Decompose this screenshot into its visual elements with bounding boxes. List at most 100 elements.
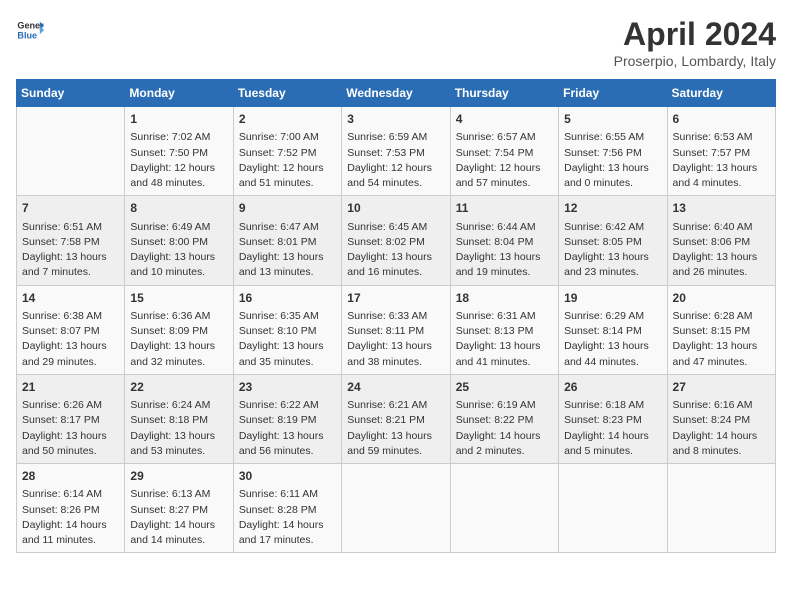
day-info: Sunrise: 6:28 AM Sunset: 8:15 PM Dayligh…: [673, 309, 770, 370]
day-info: Sunrise: 6:33 AM Sunset: 8:11 PM Dayligh…: [347, 309, 444, 370]
day-number: 25: [456, 379, 553, 396]
calendar-table: SundayMondayTuesdayWednesdayThursdayFrid…: [16, 79, 776, 553]
day-info: Sunrise: 6:35 AM Sunset: 8:10 PM Dayligh…: [239, 309, 336, 370]
day-info: Sunrise: 6:49 AM Sunset: 8:00 PM Dayligh…: [130, 220, 227, 281]
day-info: Sunrise: 6:11 AM Sunset: 8:28 PM Dayligh…: [239, 487, 336, 548]
day-info: Sunrise: 7:02 AM Sunset: 7:50 PM Dayligh…: [130, 130, 227, 191]
day-number: 3: [347, 111, 444, 128]
day-number: 28: [22, 468, 119, 485]
calendar-day-cell: 22 Sunrise: 6:24 AM Sunset: 8:18 PM Dayli…: [125, 374, 233, 463]
day-number: 2: [239, 111, 336, 128]
calendar-body: 1 Sunrise: 7:02 AM Sunset: 7:50 PM Daylig…: [17, 107, 776, 553]
calendar-day-cell: 28Sunrise: 6:14 AM Sunset: 8:26 PM Dayli…: [17, 464, 125, 553]
day-info: Sunrise: 6:19 AM Sunset: 8:22 PM Dayligh…: [456, 398, 553, 459]
day-info: Sunrise: 6:42 AM Sunset: 8:05 PM Dayligh…: [564, 220, 661, 281]
day-info: Sunrise: 6:55 AM Sunset: 7:56 PM Dayligh…: [564, 130, 661, 191]
day-number: 16: [239, 290, 336, 307]
weekday-header-row: SundayMondayTuesdayWednesdayThursdayFrid…: [17, 80, 776, 107]
calendar-day-cell: 5 Sunrise: 6:55 AM Sunset: 7:56 PM Daylig…: [559, 107, 667, 196]
day-info: Sunrise: 6:59 AM Sunset: 7:53 PM Dayligh…: [347, 130, 444, 191]
day-number: 9: [239, 200, 336, 217]
weekday-header-monday: Monday: [125, 80, 233, 107]
day-info: Sunrise: 6:31 AM Sunset: 8:13 PM Dayligh…: [456, 309, 553, 370]
day-info: Sunrise: 6:44 AM Sunset: 8:04 PM Dayligh…: [456, 220, 553, 281]
weekday-header-wednesday: Wednesday: [342, 80, 450, 107]
logo-icon: General Blue: [16, 16, 44, 44]
day-number: 18: [456, 290, 553, 307]
page-header: General Blue April 2024 Proserpio, Lomba…: [16, 16, 776, 69]
calendar-day-cell: [342, 464, 450, 553]
calendar-day-cell: 18 Sunrise: 6:31 AM Sunset: 8:13 PM Dayli…: [450, 285, 558, 374]
day-info: Sunrise: 6:53 AM Sunset: 7:57 PM Dayligh…: [673, 130, 770, 191]
calendar-day-cell: 17 Sunrise: 6:33 AM Sunset: 8:11 PM Dayli…: [342, 285, 450, 374]
calendar-day-cell: 13Sunrise: 6:40 AM Sunset: 8:06 PM Dayli…: [667, 196, 775, 285]
day-info: Sunrise: 6:45 AM Sunset: 8:02 PM Dayligh…: [347, 220, 444, 281]
day-number: 12: [564, 200, 661, 217]
calendar-day-cell: 7 Sunrise: 6:51 AM Sunset: 7:58 PM Daylig…: [17, 196, 125, 285]
calendar-day-cell: [17, 107, 125, 196]
day-info: Sunrise: 6:18 AM Sunset: 8:23 PM Dayligh…: [564, 398, 661, 459]
day-number: 7: [22, 200, 119, 217]
calendar-day-cell: [667, 464, 775, 553]
day-number: 5: [564, 111, 661, 128]
calendar-day-cell: 10 Sunrise: 6:45 AM Sunset: 8:02 PM Dayli…: [342, 196, 450, 285]
calendar-day-cell: 29Sunrise: 6:13 AM Sunset: 8:27 PM Dayli…: [125, 464, 233, 553]
calendar-day-cell: 20 Sunrise: 6:28 AM Sunset: 8:15 PM Dayli…: [667, 285, 775, 374]
day-number: 27: [673, 379, 770, 396]
day-info: Sunrise: 6:13 AM Sunset: 8:27 PM Dayligh…: [130, 487, 227, 548]
calendar-day-cell: 6 Sunrise: 6:53 AM Sunset: 7:57 PM Daylig…: [667, 107, 775, 196]
day-number: 13: [673, 200, 770, 217]
logo: General Blue: [16, 16, 44, 44]
day-number: 22: [130, 379, 227, 396]
day-number: 4: [456, 111, 553, 128]
calendar-day-cell: 24 Sunrise: 6:21 AM Sunset: 8:21 PM Dayli…: [342, 374, 450, 463]
calendar-day-cell: 15Sunrise: 6:36 AM Sunset: 8:09 PM Dayli…: [125, 285, 233, 374]
calendar-day-cell: [450, 464, 558, 553]
day-number: 26: [564, 379, 661, 396]
calendar-day-cell: [559, 464, 667, 553]
day-info: Sunrise: 6:57 AM Sunset: 7:54 PM Dayligh…: [456, 130, 553, 191]
calendar-day-cell: 16 Sunrise: 6:35 AM Sunset: 8:10 PM Dayli…: [233, 285, 341, 374]
weekday-header-tuesday: Tuesday: [233, 80, 341, 107]
day-info: Sunrise: 6:16 AM Sunset: 8:24 PM Dayligh…: [673, 398, 770, 459]
calendar-day-cell: 9 Sunrise: 6:47 AM Sunset: 8:01 PM Daylig…: [233, 196, 341, 285]
day-number: 10: [347, 200, 444, 217]
calendar-day-cell: 11 Sunrise: 6:44 AM Sunset: 8:04 PM Dayli…: [450, 196, 558, 285]
day-number: 23: [239, 379, 336, 396]
calendar-day-cell: 4 Sunrise: 6:57 AM Sunset: 7:54 PM Daylig…: [450, 107, 558, 196]
calendar-day-cell: 1 Sunrise: 7:02 AM Sunset: 7:50 PM Daylig…: [125, 107, 233, 196]
weekday-header-saturday: Saturday: [667, 80, 775, 107]
calendar-week-row: 14 Sunrise: 6:38 AM Sunset: 8:07 PM Dayli…: [17, 285, 776, 374]
day-info: Sunrise: 7:00 AM Sunset: 7:52 PM Dayligh…: [239, 130, 336, 191]
title-area: April 2024 Proserpio, Lombardy, Italy: [614, 16, 776, 69]
day-info: Sunrise: 6:51 AM Sunset: 7:58 PM Dayligh…: [22, 220, 119, 281]
day-info: Sunrise: 6:47 AM Sunset: 8:01 PM Dayligh…: [239, 220, 336, 281]
day-number: 20: [673, 290, 770, 307]
day-info: Sunrise: 6:29 AM Sunset: 8:14 PM Dayligh…: [564, 309, 661, 370]
day-number: 24: [347, 379, 444, 396]
day-number: 30: [239, 468, 336, 485]
day-number: 11: [456, 200, 553, 217]
day-info: Sunrise: 6:24 AM Sunset: 8:18 PM Dayligh…: [130, 398, 227, 459]
calendar-day-cell: 21Sunrise: 6:26 AM Sunset: 8:17 PM Dayli…: [17, 374, 125, 463]
weekday-header-friday: Friday: [559, 80, 667, 107]
calendar-week-row: 7 Sunrise: 6:51 AM Sunset: 7:58 PM Daylig…: [17, 196, 776, 285]
calendar-day-cell: 14 Sunrise: 6:38 AM Sunset: 8:07 PM Dayli…: [17, 285, 125, 374]
calendar-day-cell: 2 Sunrise: 7:00 AM Sunset: 7:52 PM Daylig…: [233, 107, 341, 196]
day-number: 1: [130, 111, 227, 128]
day-info: Sunrise: 6:36 AM Sunset: 8:09 PM Dayligh…: [130, 309, 227, 370]
day-number: 17: [347, 290, 444, 307]
day-number: 6: [673, 111, 770, 128]
calendar-day-cell: 30 Sunrise: 6:11 AM Sunset: 8:28 PM Dayli…: [233, 464, 341, 553]
svg-text:Blue: Blue: [17, 30, 37, 40]
day-info: Sunrise: 6:21 AM Sunset: 8:21 PM Dayligh…: [347, 398, 444, 459]
day-number: 14: [22, 290, 119, 307]
calendar-week-row: 1 Sunrise: 7:02 AM Sunset: 7:50 PM Daylig…: [17, 107, 776, 196]
calendar-day-cell: 3 Sunrise: 6:59 AM Sunset: 7:53 PM Daylig…: [342, 107, 450, 196]
calendar-day-cell: 8 Sunrise: 6:49 AM Sunset: 8:00 PM Daylig…: [125, 196, 233, 285]
calendar-day-cell: 12 Sunrise: 6:42 AM Sunset: 8:05 PM Dayli…: [559, 196, 667, 285]
calendar-day-cell: 23Sunrise: 6:22 AM Sunset: 8:19 PM Dayli…: [233, 374, 341, 463]
day-info: Sunrise: 6:38 AM Sunset: 8:07 PM Dayligh…: [22, 309, 119, 370]
month-title: April 2024: [614, 16, 776, 53]
day-number: 8: [130, 200, 227, 217]
